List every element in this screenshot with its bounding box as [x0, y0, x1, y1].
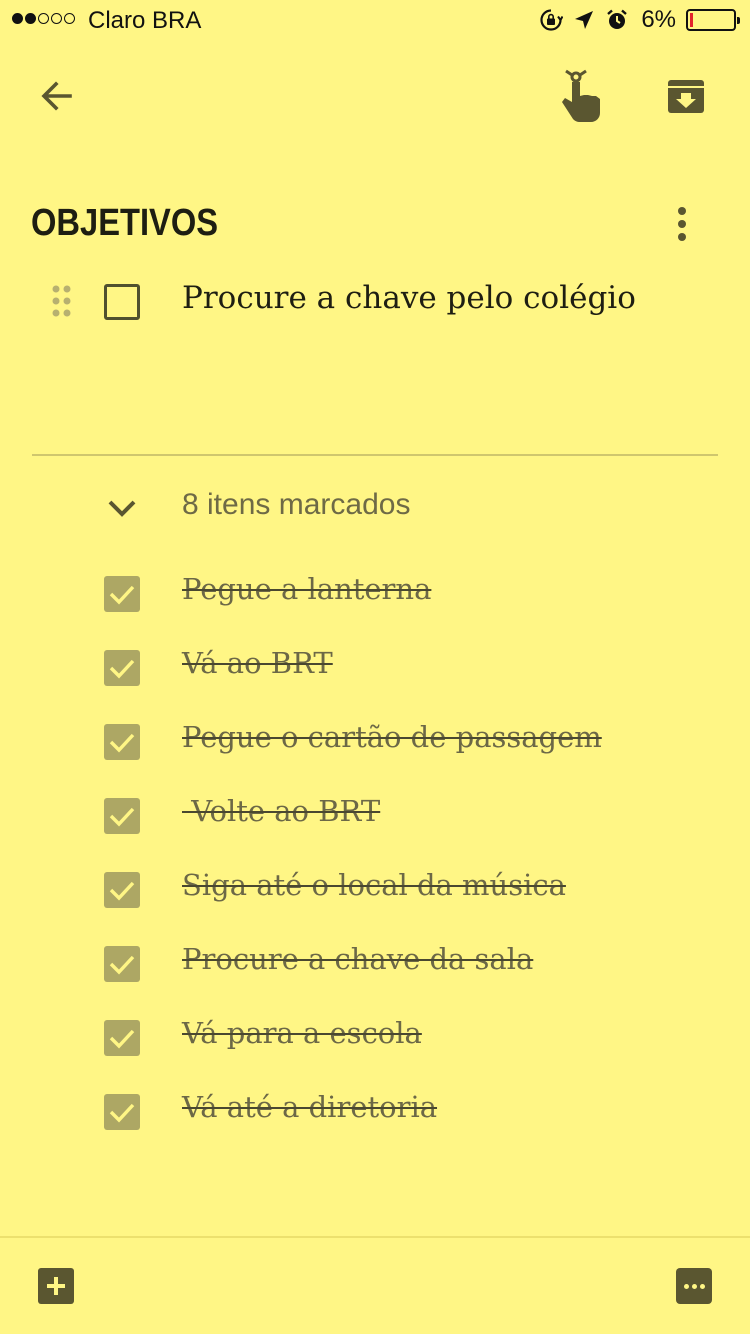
item-text[interactable]: Procure a chave da sala: [182, 942, 533, 976]
item-checkbox-checked[interactable]: [104, 798, 140, 834]
checked-list-item: Volte ao BRT: [0, 794, 750, 858]
status-bar: Claro BRA 6%: [0, 0, 750, 40]
battery-percent: 6%: [641, 6, 676, 33]
back-button[interactable]: [30, 70, 82, 122]
collapse-checked-button[interactable]: [102, 490, 142, 526]
archive-icon: [668, 80, 704, 113]
signal-strength-icon: [12, 13, 75, 24]
plus-box-icon: [47, 1277, 65, 1295]
item-text[interactable]: Procure a chave pelo colégio: [182, 280, 636, 316]
checkmark-icon: [109, 659, 135, 679]
item-text[interactable]: Vá ao BRT: [182, 646, 333, 680]
add-content-button[interactable]: [38, 1268, 74, 1304]
checked-list-item: Pegue a lanterna: [0, 572, 750, 636]
checked-list-item: Vá para a escola: [0, 1016, 750, 1080]
item-text[interactable]: Pegue o cartão de passagem: [182, 720, 602, 754]
checkmark-icon: [109, 881, 135, 901]
item-text[interactable]: Vá para a escola: [182, 1016, 422, 1050]
checked-list-item: Procure a chave da sala: [0, 942, 750, 1006]
bottom-toolbar: [0, 1236, 750, 1334]
item-checkbox-checked[interactable]: [104, 946, 140, 982]
rotation-lock-icon: [540, 9, 564, 31]
chevron-down-icon: [108, 500, 136, 517]
divider: [32, 454, 718, 456]
checkmark-icon: [109, 1103, 135, 1123]
item-text[interactable]: Siga até o local da música: [182, 868, 566, 902]
location-arrow-icon: [575, 11, 594, 29]
battery-icon: [686, 9, 740, 31]
item-text[interactable]: Vá até a diretoria: [182, 1090, 437, 1124]
item-checkbox-checked[interactable]: [104, 650, 140, 686]
item-checkbox-checked[interactable]: [104, 724, 140, 760]
checked-list-item: Vá até a diretoria: [0, 1090, 750, 1154]
checkmark-icon: [109, 955, 135, 975]
note-title[interactable]: OBJETIVOS: [31, 202, 218, 245]
finger-reminder-icon: [562, 69, 600, 122]
drag-handle-icon[interactable]: [50, 284, 74, 318]
checked-list-item: Siga até o local da música: [0, 868, 750, 932]
checkmark-icon: [109, 733, 135, 753]
item-checkbox-checked[interactable]: [104, 872, 140, 908]
item-checkbox-checked[interactable]: [104, 1094, 140, 1130]
note-screen: Claro BRA 6% OBJETIVOS Procure a chave p…: [0, 0, 750, 1334]
more-options-button[interactable]: [664, 200, 700, 248]
arrow-left-icon: [41, 81, 72, 111]
checked-items-count[interactable]: 8 itens marcados: [182, 488, 410, 522]
more-actions-button[interactable]: [676, 1268, 712, 1304]
more-vertical-icon: [678, 207, 686, 241]
checkmark-icon: [109, 1029, 135, 1049]
reminder-button[interactable]: [552, 66, 612, 126]
checkmark-icon: [109, 585, 135, 605]
item-checkbox[interactable]: [104, 284, 140, 320]
checked-list-item: Pegue o cartão de passagem: [0, 720, 750, 784]
item-checkbox-checked[interactable]: [104, 1020, 140, 1056]
checked-list-item: Vá ao BRT: [0, 646, 750, 710]
alarm-icon: [607, 9, 628, 29]
checkmark-icon: [109, 807, 135, 827]
item-text[interactable]: Pegue a lanterna: [182, 572, 431, 606]
carrier-name: Claro BRA: [88, 7, 202, 34]
item-checkbox-checked[interactable]: [104, 576, 140, 612]
archive-button[interactable]: [660, 70, 712, 122]
more-horizontal-icon: [683, 1283, 705, 1289]
item-text[interactable]: Volte ao BRT: [182, 794, 380, 828]
